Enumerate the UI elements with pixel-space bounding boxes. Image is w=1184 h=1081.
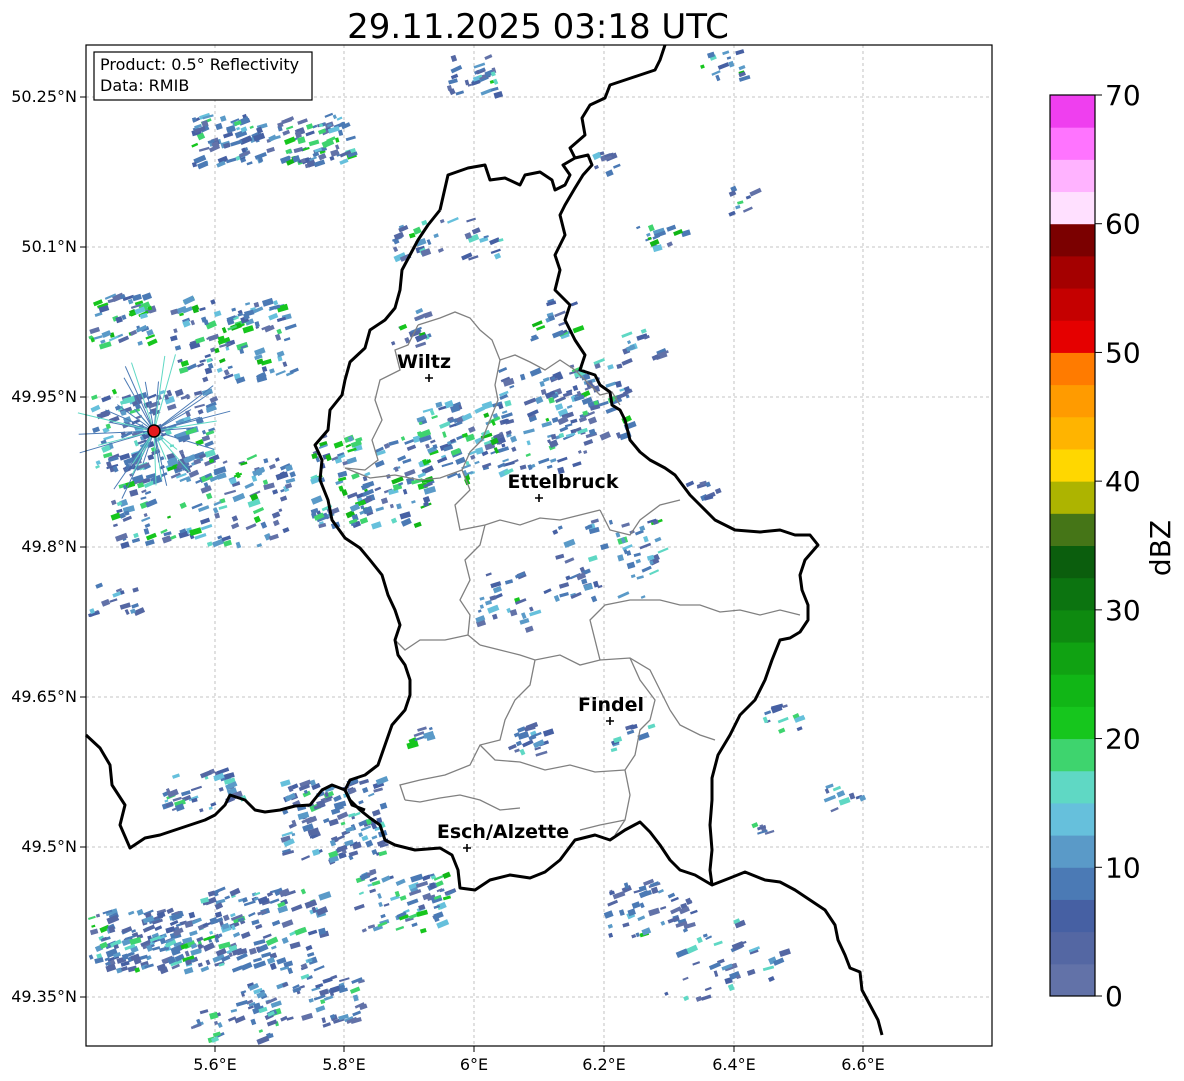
city-label-esch-alzette: Esch/Alzette <box>437 821 569 843</box>
colorbar-segment <box>1050 963 1095 997</box>
colorbar-segment <box>1050 384 1095 418</box>
latitude-axis: 50.25°N 50.1°N 49.95°N 49.8°N 49.65°N 49… <box>11 87 86 1006</box>
city-label-ettelbruck: Ettelbruck <box>508 471 619 493</box>
lat-tick-label: 49.8°N <box>21 537 77 556</box>
longitude-axis: 5.6°E 5.8°E 6°E 6.2°E 6.4°E 6.6°E <box>193 1046 885 1074</box>
colorbar-segment <box>1050 545 1095 579</box>
colorbar-segment <box>1050 706 1095 740</box>
colorbar-segment <box>1050 513 1095 546</box>
lon-tick-label: 6°E <box>460 1055 488 1074</box>
colorbar-segment <box>1050 416 1095 450</box>
info-data-source: Data: RMIB <box>100 76 189 95</box>
map-area <box>86 45 992 1046</box>
colorbar-tick-label: 40 <box>1105 465 1141 498</box>
colorbar-segment <box>1050 95 1095 128</box>
lat-tick-label: 49.35°N <box>11 987 77 1006</box>
city-label-findel: Findel <box>578 694 644 716</box>
colorbar-segment <box>1050 352 1095 386</box>
colorbar-segment <box>1050 577 1095 611</box>
radar-map-figure: 29.11.2025 03:18 UTC Wiltz Ettelbruck Fi… <box>11 7 1177 1074</box>
colorbar-tick-label: 50 <box>1105 336 1141 369</box>
colorbar-segments <box>1050 95 1095 997</box>
colorbar-segment <box>1050 642 1095 675</box>
lon-tick-label: 6.6°E <box>841 1055 885 1074</box>
map-title: 29.11.2025 03:18 UTC <box>347 7 729 47</box>
colorbar-segment <box>1050 159 1095 193</box>
colorbar-segment <box>1050 320 1095 353</box>
colorbar-tick-label: 10 <box>1105 851 1141 884</box>
colorbar-segment <box>1050 448 1095 482</box>
colorbar-segment <box>1050 481 1095 514</box>
colorbar-tick-label: 20 <box>1105 723 1141 756</box>
lat-tick-label: 50.25°N <box>11 87 77 106</box>
lon-tick-label: 5.8°E <box>322 1055 366 1074</box>
colorbar-tick-label: 30 <box>1105 594 1141 627</box>
lat-tick-label: 49.95°N <box>11 387 77 406</box>
colorbar-segment <box>1050 127 1095 160</box>
colorbar-label: dBZ <box>1144 520 1177 576</box>
colorbar: 0 10 20 30 40 50 60 70 dBZ <box>1049 79 1177 1013</box>
colorbar-segment <box>1050 255 1095 289</box>
lon-tick-label: 5.6°E <box>193 1055 237 1074</box>
lat-tick-label: 49.65°N <box>11 687 77 706</box>
colorbar-segment <box>1050 223 1095 257</box>
colorbar-segment <box>1050 674 1095 707</box>
colorbar-segment <box>1050 609 1095 643</box>
lat-tick-label: 50.1°N <box>21 237 77 256</box>
info-product: Product: 0.5° Reflectivity <box>100 55 299 74</box>
colorbar-segment <box>1050 867 1095 900</box>
colorbar-segment <box>1050 288 1095 321</box>
colorbar-segment <box>1050 835 1095 868</box>
colorbar-tick-label: 70 <box>1105 79 1141 112</box>
colorbar-segment <box>1050 191 1095 225</box>
colorbar-tick-label: 60 <box>1105 208 1141 241</box>
colorbar-segment <box>1050 770 1095 804</box>
colorbar-segment <box>1050 931 1095 965</box>
colorbar-segment <box>1050 802 1095 836</box>
colorbar-ticks: 0 10 20 30 40 50 60 70 <box>1095 79 1141 1013</box>
city-label-wiltz: Wiltz <box>397 351 451 373</box>
colorbar-segment <box>1050 899 1095 933</box>
colorbar-tick-label: 0 <box>1105 980 1123 1013</box>
lon-tick-label: 6.2°E <box>582 1055 626 1074</box>
lat-tick-label: 49.5°N <box>21 837 77 856</box>
radar-site-marker <box>147 424 161 438</box>
colorbar-segment <box>1050 738 1095 772</box>
lon-tick-label: 6.4°E <box>712 1055 756 1074</box>
info-box: Product: 0.5° Reflectivity Data: RMIB <box>93 51 313 101</box>
